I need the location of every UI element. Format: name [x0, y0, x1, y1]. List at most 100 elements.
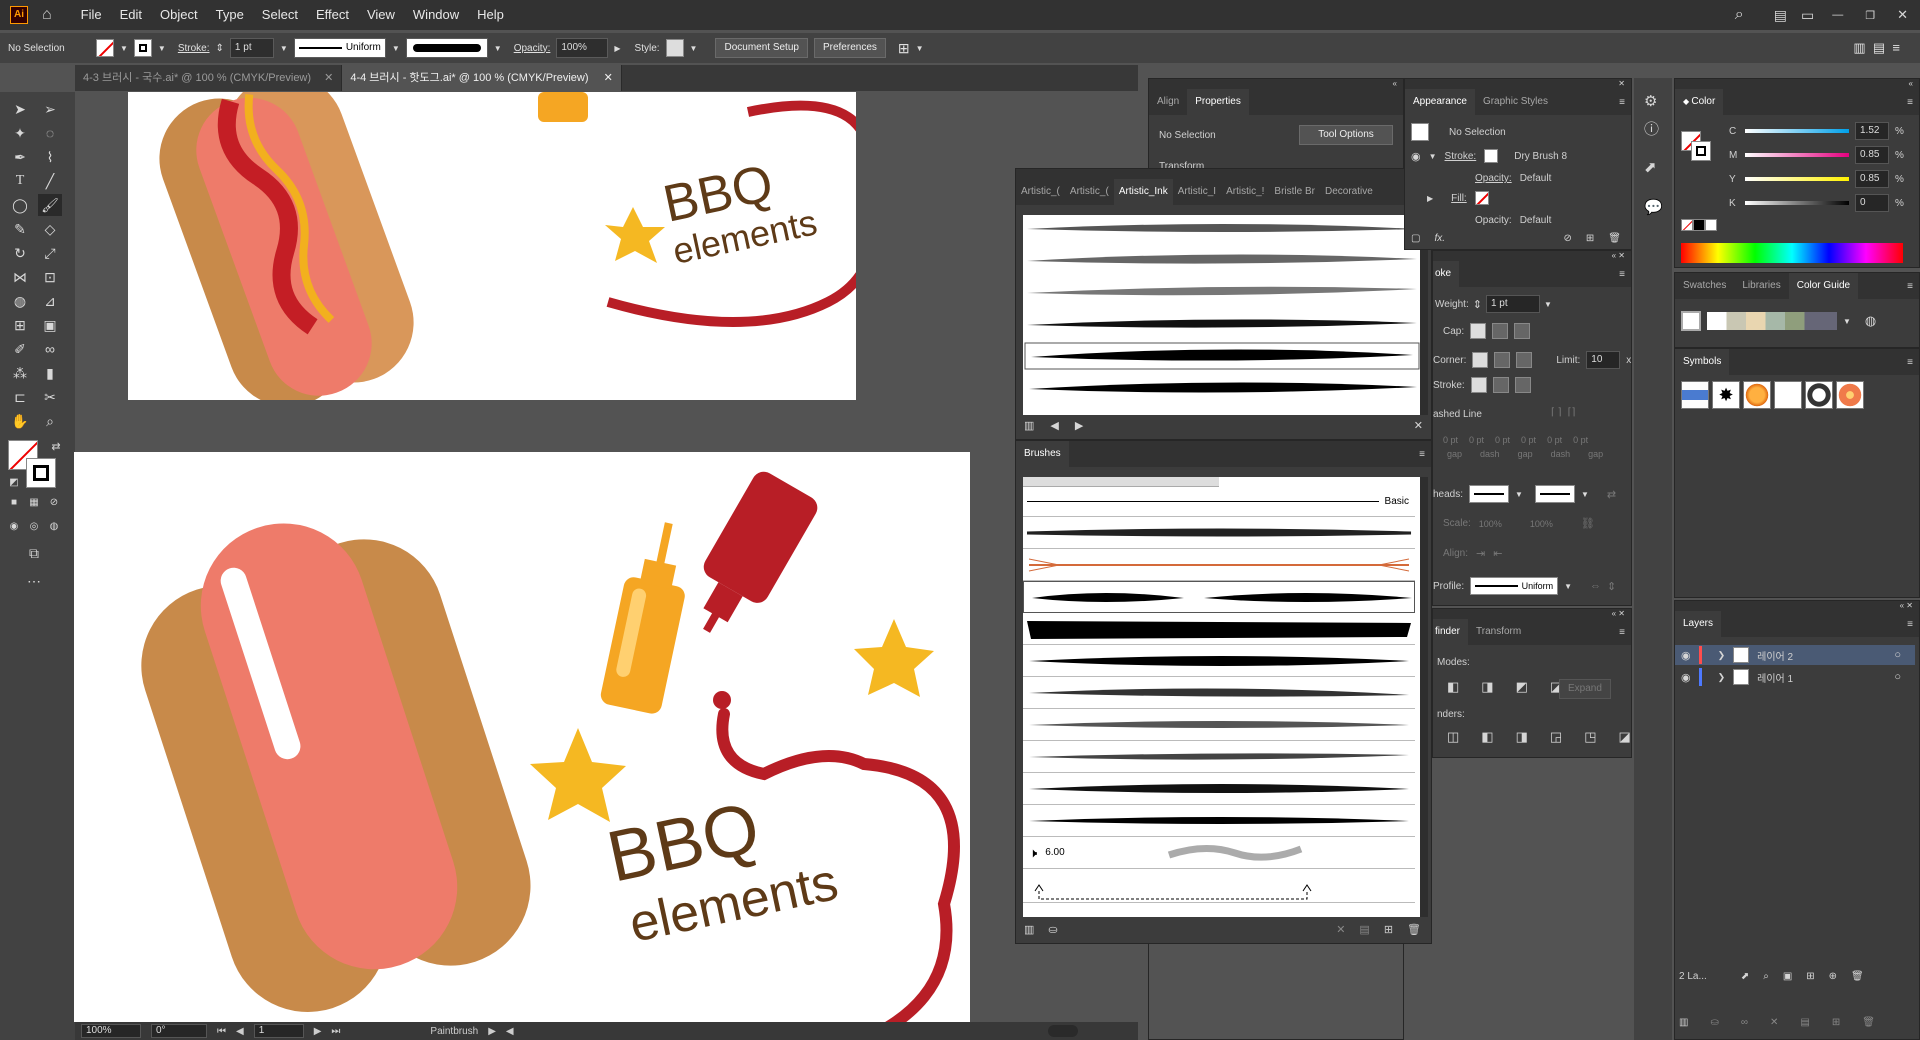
free-transform-tool-icon[interactable]: ⊡	[38, 266, 62, 288]
layer-option-5-icon[interactable]: ⊞	[1832, 1017, 1840, 1028]
visibility-eye-icon[interactable]: ◉	[1411, 150, 1421, 163]
style-dropdown-icon[interactable]: ▼	[690, 44, 698, 53]
tab-stroke[interactable]: oke	[1433, 261, 1460, 287]
screen-mode-icon[interactable]: ⧉	[22, 542, 46, 564]
opacity-field[interactable]: 100%	[556, 38, 609, 58]
hand-tool-icon[interactable]: ✋	[8, 410, 32, 432]
more-tools-icon[interactable]: ⋯	[22, 570, 46, 592]
layer-option-6-icon[interactable]: 🗑	[1862, 1017, 1875, 1028]
type-tool-icon[interactable]: T	[8, 170, 32, 192]
artboard-tool-icon[interactable]: ⊏	[8, 386, 32, 408]
minimize-icon[interactable]: ▭	[1801, 7, 1814, 24]
layer-option-2-icon[interactable]: ∞	[1741, 1017, 1748, 1028]
curvature-tool-icon[interactable]: ⌇	[38, 146, 62, 168]
stroke-attribute-label[interactable]: Stroke:	[1445, 151, 1477, 162]
width-tool-icon[interactable]: ⋈	[8, 266, 32, 288]
menu-window[interactable]: Window	[404, 0, 468, 30]
panel-collapse-icon[interactable]: « ✕	[1675, 601, 1919, 611]
search-icon[interactable]: ⌕	[1735, 6, 1744, 24]
tab-align[interactable]: Align	[1149, 89, 1187, 115]
zoom-field[interactable]: 100%	[81, 1024, 141, 1038]
status-arrow-icon[interactable]: ▶	[488, 1026, 496, 1037]
expand-chevron-icon[interactable]: ▼	[1429, 152, 1437, 161]
tab-symbols[interactable]: Symbols	[1675, 349, 1730, 375]
remove-brush-stroke-icon[interactable]: ✕	[1336, 923, 1345, 936]
symbol-frame-icon[interactable]	[1774, 381, 1802, 409]
rotate-tool-icon[interactable]: ↻	[8, 242, 32, 264]
intersect-icon[interactable]: ◩	[1516, 679, 1528, 695]
merge-icon[interactable]: ◨	[1516, 729, 1528, 745]
tab-libraries[interactable]: Libraries	[1734, 273, 1788, 299]
arrowhead-end-dropdown-icon[interactable]: ▼	[1581, 490, 1589, 499]
black-slider[interactable]	[1745, 201, 1849, 205]
tab-color[interactable]: ◆ Color	[1675, 89, 1724, 115]
tab-layers[interactable]: Layers	[1675, 611, 1722, 637]
panel-menu-icon[interactable]: ≡	[1907, 357, 1919, 368]
align-arrow-tip-icon[interactable]: ⇥	[1476, 547, 1485, 560]
info-panel-icon[interactable]: ⓘ	[1644, 118, 1659, 139]
layer-row[interactable]: ◉ ❯ 레이어 2 ○	[1675, 645, 1915, 665]
pen-tool-icon[interactable]: ✒	[8, 146, 32, 168]
layer-row[interactable]: ◉ ❯ 레이어 1 ○	[1675, 667, 1915, 687]
panel-collapse-icon[interactable]: «	[1675, 79, 1919, 89]
weight-stepper-icon[interactable]: ⇕	[1473, 298, 1482, 311]
stroke-dropdown-icon[interactable]: ▼	[158, 44, 166, 53]
layer-option-4-icon[interactable]: ▤	[1800, 1017, 1809, 1028]
artboard-number-field[interactable]: 1	[253, 1024, 304, 1038]
mesh-tool-icon[interactable]: ⊞	[8, 314, 32, 336]
panel-collapse-icon[interactable]: «	[1016, 169, 1431, 179]
brush-ink-5[interactable]	[1023, 741, 1415, 773]
panel-menu-icon[interactable]: ≡	[1907, 281, 1919, 292]
opacity-attribute-label[interactable]: Opacity:	[1475, 173, 1512, 184]
harmony-swatches[interactable]	[1707, 312, 1837, 330]
arrowhead-end-select[interactable]	[1534, 485, 1575, 503]
tab-noodle-document[interactable]: 4-3 브러시 - 국수.ai* @ 100 % (CMYK/Preview) …	[75, 65, 343, 91]
scale-tool-icon[interactable]: ⤢	[38, 242, 62, 264]
lasso-tool-icon[interactable]: ◌	[38, 122, 62, 144]
stepper-icon[interactable]: ⇕	[216, 43, 224, 54]
tab-artistic-4[interactable]: Artistic_!	[1221, 179, 1269, 205]
export-layer-icon[interactable]: ⬈	[1741, 971, 1749, 982]
magic-wand-tool-icon[interactable]: ✦	[8, 122, 32, 144]
tab-pathfinder[interactable]: finder	[1433, 619, 1469, 645]
clipping-mask-icon[interactable]: ▣	[1783, 971, 1792, 982]
brush-libraries-menu-icon[interactable]: ▥	[1024, 923, 1034, 936]
expand-button[interactable]: Expand	[1559, 679, 1611, 699]
document-setup-button[interactable]: Document Setup	[715, 38, 808, 58]
ellipse-tool-icon[interactable]: ◯	[8, 194, 32, 216]
harmony-dropdown-icon[interactable]: ▼	[1843, 317, 1851, 326]
round-cap-icon[interactable]	[1492, 323, 1509, 339]
black-field[interactable]: 0	[1855, 194, 1889, 212]
edit-colors-icon[interactable]: ◍	[1865, 313, 1876, 329]
first-artboard-icon[interactable]: ⏮	[217, 1026, 226, 1037]
arrange-dropdown-icon[interactable]: ▼	[916, 44, 924, 53]
brush-options-icon[interactable]: ▤	[1359, 923, 1369, 936]
home-icon[interactable]: ⌂	[42, 6, 52, 24]
outline-icon[interactable]: ◳	[1584, 729, 1596, 745]
layer-option-3-icon[interactable]: ✕	[1770, 1017, 1778, 1028]
brush-bristle[interactable]: 🕨 6.00	[1023, 837, 1415, 869]
stroke-swatch[interactable]	[133, 39, 152, 57]
panel-menu-icon[interactable]: ≡	[1907, 619, 1919, 630]
divide-icon[interactable]: ◫	[1447, 729, 1459, 745]
tab-appearance[interactable]: Appearance	[1405, 89, 1475, 115]
yellow-slider[interactable]	[1745, 177, 1849, 181]
eyedropper-tool-icon[interactable]: ✐	[8, 338, 32, 360]
projecting-cap-icon[interactable]	[1514, 323, 1531, 339]
clear-appearance-icon[interactable]: ⊘	[1564, 233, 1572, 244]
weight-field[interactable]: 1 pt	[1485, 295, 1540, 313]
tab-artistic-1[interactable]: Artistic_(	[1016, 179, 1065, 205]
miter-join-icon[interactable]	[1472, 352, 1489, 368]
layer-visibility-eye-icon[interactable]: ◉	[1681, 671, 1691, 684]
panel-collapse-icon[interactable]: « ✕	[1433, 609, 1631, 619]
tab-artistic-ink[interactable]: Artistic_Ink	[1113, 179, 1173, 205]
dash-preserve-icon[interactable]: ⌈ ⌉	[1551, 407, 1562, 418]
brush-dropdown-icon[interactable]: ▼	[494, 44, 502, 53]
trim-icon[interactable]: ◧	[1481, 729, 1493, 745]
brush-ink-6[interactable]	[1023, 773, 1415, 805]
panel-menu-icon[interactable]: ≡	[1419, 449, 1431, 460]
panel-menu-icon[interactable]: ≡	[1619, 97, 1631, 108]
tab-properties[interactable]: Properties	[1187, 89, 1249, 115]
expand-chevron-icon[interactable]: ▶	[1427, 194, 1433, 203]
brush-definition[interactable]	[405, 38, 488, 58]
